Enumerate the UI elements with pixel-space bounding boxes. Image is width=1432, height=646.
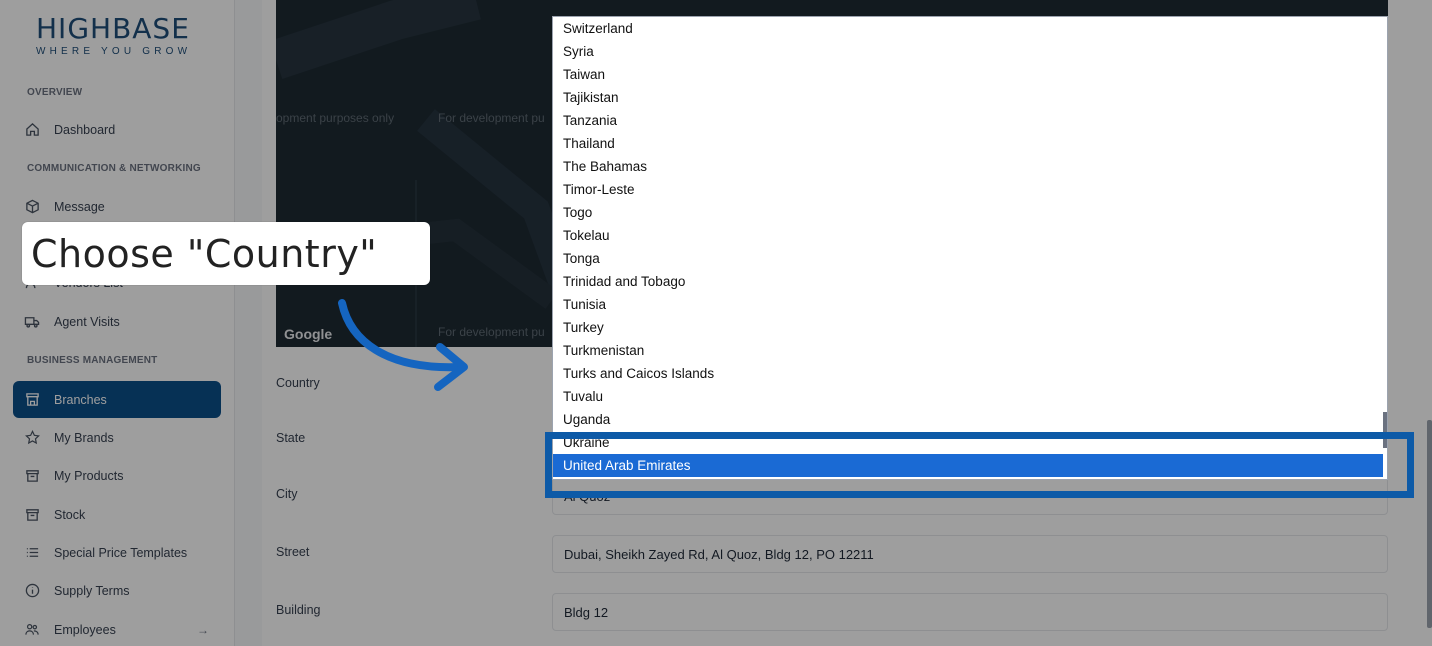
- dropdown-option[interactable]: Tuvalu: [553, 385, 1387, 408]
- country-dropdown-list[interactable]: Switzerland Syria Taiwan Tajikistan Tanz…: [552, 16, 1388, 480]
- sidebar-item-my-products[interactable]: My Products: [13, 457, 221, 494]
- callout-text: Choose "Country": [31, 231, 378, 276]
- sidebar-item-label: Stock: [54, 507, 86, 522]
- sidebar-item-label: Message: [54, 199, 105, 214]
- city-label: City: [276, 487, 298, 501]
- dropdown-option[interactable]: Trinidad and Tobago: [553, 270, 1387, 293]
- home-icon: [24, 122, 40, 138]
- dropdown-option[interactable]: Togo: [553, 201, 1387, 224]
- map-watermark: opment purposes only: [276, 111, 395, 125]
- google-logo: Google: [284, 326, 333, 342]
- sidebar-item-label: Agent Visits: [54, 314, 120, 329]
- city-value: Al Quoz: [564, 488, 611, 504]
- logo-name: HIGHBASE: [36, 12, 190, 45]
- section-business: BUSINESS MANAGEMENT: [27, 355, 158, 366]
- sidebar: HIGHBASE WHERE YOU GROW OVERVIEW Dashboa…: [0, 0, 235, 646]
- dropdown-option[interactable]: Thailand: [553, 132, 1387, 155]
- store-icon: [24, 392, 40, 408]
- dropdown-option[interactable]: Turkey: [553, 316, 1387, 339]
- dropdown-option[interactable]: Tonga: [553, 247, 1387, 270]
- pointer-arrow-icon: [338, 299, 468, 391]
- sidebar-item-label: Employees: [54, 622, 116, 637]
- street-field[interactable]: Dubai, Sheikh Zayed Rd, Al Quoz, Bldg 12…: [552, 535, 1388, 573]
- archive-icon: [24, 507, 40, 523]
- sidebar-item-label: Special Price Templates: [54, 545, 188, 560]
- section-communication: COMMUNICATION & NETWORKING: [27, 163, 201, 174]
- dropdown-option[interactable]: Turks and Caicos Islands: [553, 362, 1387, 385]
- dropdown-option[interactable]: Tokelau: [553, 224, 1387, 247]
- dropdown-option[interactable]: Taiwan: [553, 63, 1387, 86]
- logo[interactable]: HIGHBASE WHERE YOU GROW: [36, 12, 206, 58]
- sidebar-item-label: Dashboard: [54, 122, 116, 137]
- building-field[interactable]: Bldg 12: [552, 593, 1388, 631]
- section-overview: OVERVIEW: [27, 87, 83, 98]
- sidebar-item-label: My Brands: [54, 430, 114, 445]
- sidebar-item-label: Branches: [54, 392, 107, 407]
- dropdown-option[interactable]: Tunisia: [553, 293, 1387, 316]
- expand-arrow-icon: →: [197, 622, 209, 637]
- truck-icon: [24, 314, 40, 330]
- dropdown-option[interactable]: Uganda: [553, 408, 1387, 431]
- building-value: Bldg 12: [564, 604, 609, 620]
- dropdown-option[interactable]: The Bahamas: [553, 155, 1387, 178]
- dropdown-option[interactable]: Switzerland: [553, 17, 1387, 40]
- sidebar-item-agent-visits[interactable]: Agent Visits: [13, 303, 221, 340]
- sidebar-item-branches[interactable]: Branches: [13, 381, 221, 418]
- sidebar-item-supply-terms[interactable]: Supply Terms: [13, 572, 221, 609]
- sidebar-item-my-brands[interactable]: My Brands: [13, 419, 221, 456]
- sidebar-item-label: My Products: [54, 468, 124, 483]
- country-label: Country: [276, 376, 320, 390]
- street-value: Dubai, Sheikh Zayed Rd, Al Quoz, Bldg 12…: [564, 546, 874, 562]
- dropdown-option[interactable]: Timor-Leste: [553, 178, 1387, 201]
- city-field[interactable]: Al Quoz: [552, 477, 1388, 515]
- sidebar-item-stock[interactable]: Stock: [13, 496, 221, 533]
- dropdown-option[interactable]: Tanzania: [553, 109, 1387, 132]
- instruction-callout: Choose "Country": [22, 222, 430, 285]
- star-icon: [24, 430, 40, 446]
- dropdown-option[interactable]: Turkmenistan: [553, 339, 1387, 362]
- street-label: Street: [276, 545, 310, 559]
- dropdown-scrollbar[interactable]: [1383, 412, 1387, 448]
- sidebar-item-special-price-templates[interactable]: Special Price Templates: [13, 534, 221, 571]
- page-scrollbar[interactable]: [1427, 420, 1432, 628]
- dropdown-option[interactable]: Syria: [553, 40, 1387, 63]
- sidebar-item-label: Supply Terms: [54, 583, 130, 598]
- sidebar-item-employees[interactable]: Employees →: [13, 611, 221, 646]
- box-icon: [24, 468, 40, 484]
- state-label: State: [276, 431, 306, 445]
- dropdown-option[interactable]: Ukraine: [553, 431, 1387, 454]
- list-icon: [24, 545, 40, 561]
- building-label: Building: [276, 603, 321, 617]
- dropdown-option-selected[interactable]: United Arab Emirates: [553, 454, 1383, 477]
- dropdown-option[interactable]: Tajikistan: [553, 86, 1387, 109]
- people-icon: [24, 622, 40, 638]
- map-watermark: For development pu: [438, 111, 545, 125]
- logo-tagline: WHERE YOU GROW: [36, 46, 192, 57]
- info-icon: [24, 583, 40, 599]
- sidebar-item-dashboard[interactable]: Dashboard: [13, 111, 221, 148]
- cube-icon: [24, 199, 40, 215]
- sidebar-item-message[interactable]: Message: [13, 188, 221, 225]
